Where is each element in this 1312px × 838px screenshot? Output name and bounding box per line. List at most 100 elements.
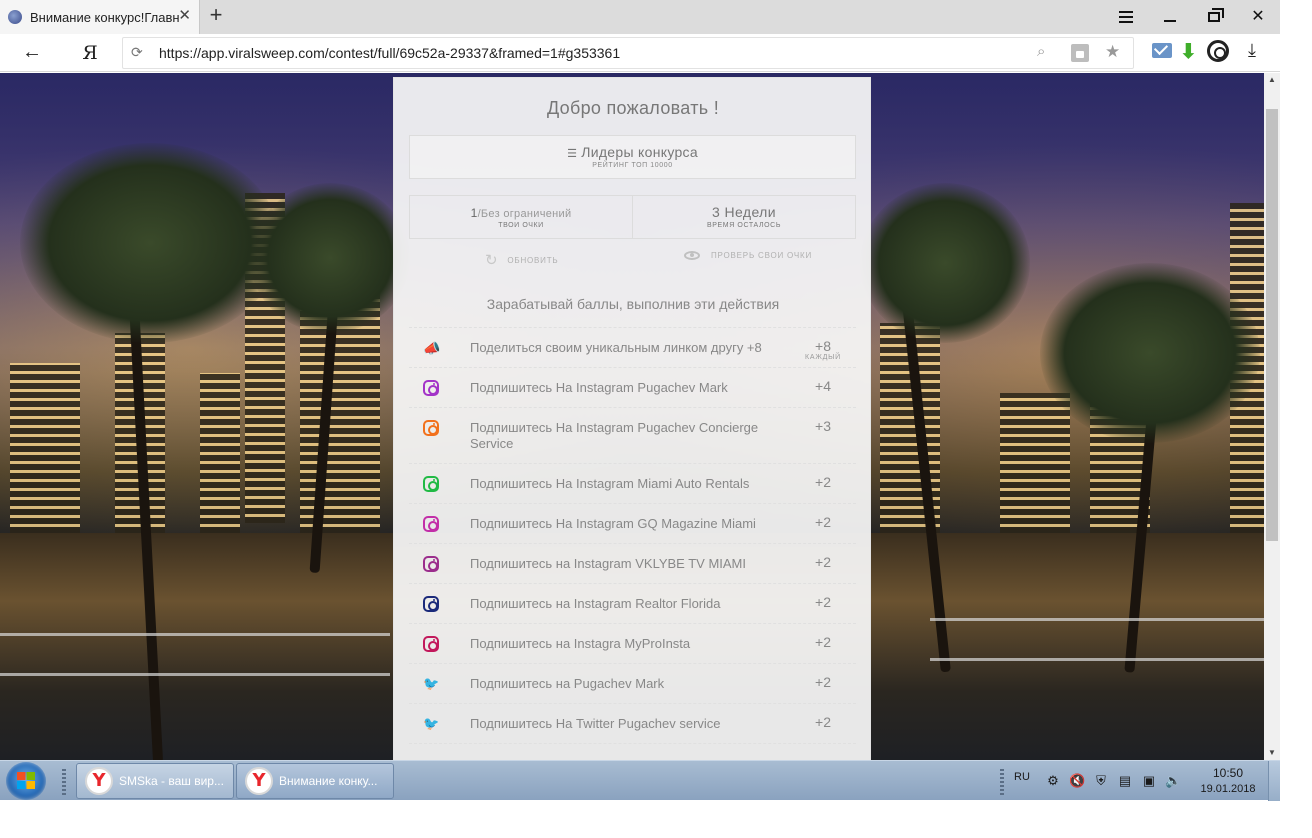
task-label[interactable]: Подпишитесь На Instagram Pugachev Mark [470, 380, 790, 396]
tray-grip[interactable] [1000, 767, 1004, 795]
shield-icon[interactable]: ⛨ [1093, 773, 1109, 789]
refresh-link[interactable]: ↻ ОБНОВИТЬ [485, 251, 558, 269]
search-icon[interactable]: ⌕ [1037, 43, 1045, 60]
taskbar-button-smska[interactable]: Y SMSka - ваш вир... [76, 763, 234, 799]
task-twitter-pugachev-service[interactable]: 🐦 Подпишитесь На Twitter Pugachev servic… [409, 703, 856, 743]
yandex-home-button[interactable]: Я [78, 41, 102, 65]
railing [930, 618, 1264, 621]
task-points: +3 [815, 418, 831, 434]
taskbar-button-label: SMSka - ваш вир... [119, 774, 224, 788]
building [10, 363, 80, 533]
star-icon[interactable]: ★ [1105, 42, 1120, 62]
railing [930, 658, 1264, 661]
task-twitter-pugachev-mark[interactable]: 🐦 Подпишитесь на Pugachev Mark +2 [409, 663, 856, 703]
clipboard-icon[interactable]: ▤ [1117, 773, 1133, 789]
task-list: 📣 Поделиться своим уникальным линком дру… [409, 327, 856, 760]
url-field[interactable]: ⟳ https://app.viralsweep.com/contest/ful… [122, 37, 1134, 69]
task-label[interactable]: Поделиться своим уникальным линком другу… [470, 340, 790, 356]
task-instagram-gq-magazine[interactable]: Подпишитесь На Instagram GQ Magazine Mia… [409, 503, 856, 543]
page-scrollbar[interactable]: ▲ ▼ [1264, 73, 1280, 760]
task-instagram-pugachev-concierge[interactable]: Подпишитесь На Instagram Pugachev Concie… [409, 407, 856, 463]
palm-crown [1040, 263, 1260, 443]
start-icon[interactable] [6, 762, 46, 800]
refresh-icon: ↻ [485, 252, 499, 269]
task-label[interactable]: Подпишитесь На Twitter Pugachev service [470, 716, 790, 732]
address-bar: ← Я ⟳ https://app.viralsweep.com/contest… [0, 34, 1280, 72]
instagram-icon [423, 636, 439, 652]
mail-icon[interactable] [1152, 43, 1172, 58]
scroll-up-icon[interactable]: ▲ [1264, 73, 1280, 87]
task-label[interactable]: Подпишитесь На Instagram Pugachev Concie… [470, 420, 790, 452]
task-label[interactable]: Подпишитесь на Instagram VKLYBE TV MIAMI [470, 556, 790, 572]
taskbar-grip[interactable] [62, 767, 66, 795]
instagram-icon [423, 476, 439, 492]
task-points: +2 [815, 554, 831, 570]
time-left-stat: 3 Недели ВРЕМЯ ОСТАЛОСЬ [632, 196, 855, 238]
task-label[interactable]: Подпишитесь на Instagra MyProInsta [470, 636, 790, 652]
taskbar-button-label: Внимание конку... [279, 774, 378, 788]
task-instagram-miami-auto-rentals[interactable]: Подпишитесь На Instagram Miami Auto Rent… [409, 463, 856, 503]
instagram-icon [423, 556, 439, 572]
browser-tab[interactable]: Внимание конкурс!Главн ✕ [0, 0, 200, 34]
url-text[interactable]: https://app.viralsweep.com/contest/full/… [159, 45, 620, 61]
time-left-value: 3 Недели [712, 204, 776, 220]
yandex-icon: Y [245, 767, 273, 795]
new-tab-button[interactable]: + [204, 4, 228, 28]
leaders-label[interactable]: ☰ Лидеры конкурса [410, 144, 855, 160]
instagram-icon [423, 420, 439, 436]
speaker-muted-icon[interactable]: 🔇 [1069, 773, 1085, 789]
restore-icon[interactable] [1202, 6, 1226, 28]
task-instagram-realtor-florida[interactable]: Подпишитесь на Instagram Realtor Florida… [409, 583, 856, 623]
scroll-down-icon[interactable]: ▼ [1264, 746, 1280, 760]
check-points-link[interactable]: ПРОВЕРЬ СВОИ ОЧКИ [684, 251, 812, 260]
time-left-label: ВРЕМЯ ОСТАЛОСЬ [706, 222, 782, 229]
lock-icon[interactable] [1071, 44, 1089, 62]
task-points: +2 [815, 714, 831, 730]
railing [0, 633, 390, 636]
building [1000, 393, 1070, 533]
leaders-button[interactable]: ☰ Лидеры конкурса РЕЙТИНГ ТОП 10000 [409, 135, 856, 179]
task-instagram-pugachev-mark[interactable]: Подпишитесь На Instagram Pugachev Mark +… [409, 367, 856, 407]
tab-close-icon[interactable]: ✕ [178, 8, 191, 24]
windows-taskbar: Y SMSka - ваш вир... Y Внимание конку...… [0, 760, 1280, 801]
task-label[interactable]: Подпишитесь на Instagram Realtor Florida [470, 596, 790, 612]
task-instagram-vklybe-tv[interactable]: Подпишитесь на Instagram VKLYBE TV MIAMI… [409, 543, 856, 583]
list-icon: ☰ [567, 148, 578, 160]
volume-icon[interactable]: 🔈 [1165, 773, 1181, 789]
back-button[interactable]: ← [20, 41, 44, 65]
task-instagram-myproinsta[interactable]: Подпишитесь на Instagra MyProInsta +2 [409, 623, 856, 663]
language-indicator[interactable]: RU [1014, 771, 1030, 783]
sync-icon[interactable] [1207, 40, 1229, 62]
reload-icon[interactable]: ⟳ [131, 44, 143, 61]
task-label[interactable]: Подпишитесь на Pugachev Mark [470, 676, 790, 692]
task-label[interactable]: Подпишитесь На Instagram Miami Auto Rent… [470, 476, 790, 492]
download-arrow-icon[interactable]: ⬇ [1180, 39, 1197, 64]
network-status-icon[interactable]: ⚙ [1045, 773, 1061, 789]
show-desktop-button[interactable] [1268, 761, 1280, 801]
palm-crown [20, 143, 280, 343]
close-window-icon[interactable]: ✕ [1246, 6, 1270, 28]
task-label[interactable]: Подпишитесь На Instagram GQ Magazine Mia… [470, 516, 790, 532]
browser-menu-icon[interactable] [1114, 6, 1138, 28]
railing [0, 673, 390, 676]
megaphone-icon: 📣 [423, 340, 441, 356]
network-icon[interactable]: ▣ [1141, 773, 1157, 789]
task-points: +2 [815, 514, 831, 530]
task-share-link[interactable]: 📣 Поделиться своим уникальным линком дру… [409, 327, 856, 367]
task-partial-next[interactable] [409, 743, 856, 760]
screen: Внимание конкурс!Главн ✕ + ✕ ← Я ⟳ https… [0, 0, 1312, 838]
clock-date[interactable]: 19.01.2018 [1198, 783, 1258, 795]
taskbar-button-contest[interactable]: Y Внимание конку... [236, 763, 394, 799]
yandex-icon: Y [85, 767, 113, 795]
clock-time[interactable]: 10:50 [1198, 766, 1258, 780]
earn-points-title: Зарабатывай баллы, выполнив эти действия [486, 296, 780, 312]
eye-icon [684, 251, 700, 260]
instagram-icon [423, 380, 439, 396]
page-background: Добро пожаловать ! ☰ Лидеры конкурса РЕЙТ… [0, 73, 1264, 760]
minimize-icon[interactable] [1158, 6, 1182, 28]
task-points: +2 [815, 634, 831, 650]
scroll-thumb[interactable] [1266, 109, 1278, 541]
leaders-subtitle: РЕЙТИНГ ТОП 10000 [592, 162, 673, 169]
downloads-icon[interactable]: ⤓ [1248, 40, 1256, 61]
building [200, 373, 240, 533]
